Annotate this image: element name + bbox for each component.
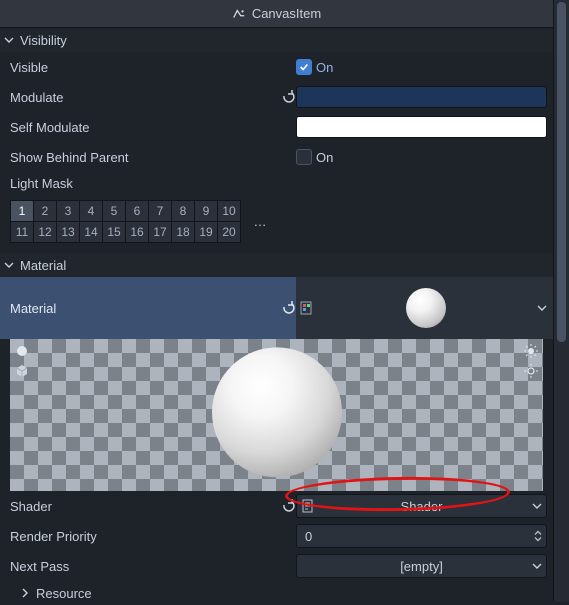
checkbox-label: On bbox=[316, 150, 333, 165]
resource-file-icon bbox=[300, 301, 314, 315]
subsection-resource[interactable]: Resource bbox=[0, 581, 553, 605]
property-label: Material bbox=[10, 301, 280, 316]
inspector-class-header: CanvasItem bbox=[0, 0, 553, 28]
property-self-modulate: Self Modulate bbox=[0, 112, 553, 142]
material-preview[interactable] bbox=[10, 339, 543, 491]
vertical-scrollbar[interactable] bbox=[553, 0, 569, 602]
preview-light2-icon[interactable] bbox=[523, 363, 539, 379]
light-mask-bit[interactable]: 17 bbox=[149, 222, 171, 242]
modulate-color[interactable] bbox=[296, 86, 547, 108]
canvasitem-icon bbox=[232, 7, 246, 21]
light-mask-bit[interactable]: 18 bbox=[172, 222, 194, 242]
light-mask-bit[interactable]: 2 bbox=[34, 201, 56, 221]
preview-sphere bbox=[212, 347, 342, 477]
light-mask-more-button[interactable]: … bbox=[249, 211, 271, 233]
shader-resource-picker[interactable]: Shader bbox=[296, 494, 547, 518]
next-pass-resource-picker[interactable]: [empty] bbox=[296, 554, 547, 578]
light-mask-bit[interactable]: 4 bbox=[80, 201, 102, 221]
light-mask-bit[interactable]: 12 bbox=[34, 222, 56, 242]
section-visibility-header[interactable]: Visibility bbox=[0, 28, 553, 52]
light-mask-bit[interactable]: 19 bbox=[195, 222, 217, 242]
section-title: Visibility bbox=[20, 33, 67, 48]
preview-box-mode-icon[interactable] bbox=[14, 363, 30, 379]
material-preview-thumb bbox=[406, 288, 446, 328]
chevron-right-icon bbox=[20, 588, 30, 598]
shader-value: Shader bbox=[401, 499, 443, 514]
light-mask-bit[interactable]: 20 bbox=[218, 222, 240, 242]
light-mask-bit[interactable]: 1 bbox=[11, 201, 33, 221]
property-material: Material bbox=[0, 277, 553, 339]
property-label: Self Modulate bbox=[10, 120, 280, 135]
revert-button[interactable] bbox=[280, 90, 296, 104]
chevron-down-icon bbox=[4, 260, 14, 270]
light-mask-bit[interactable]: 8 bbox=[172, 201, 194, 221]
section-title: Material bbox=[20, 258, 66, 273]
property-render-priority: Render Priority 0 bbox=[0, 521, 553, 551]
section-material-header[interactable]: Material bbox=[0, 253, 553, 277]
property-next-pass: Next Pass [empty] bbox=[0, 551, 553, 581]
subsection-title: Resource bbox=[36, 586, 92, 601]
property-show-behind-parent: Show Behind Parent On bbox=[0, 142, 553, 172]
light-mask-bit[interactable]: 6 bbox=[126, 201, 148, 221]
property-label: Show Behind Parent bbox=[10, 150, 280, 165]
revert-button[interactable] bbox=[280, 499, 296, 513]
render-priority-spinbox[interactable]: 0 bbox=[296, 524, 547, 548]
light-mask-bit[interactable]: 13 bbox=[57, 222, 79, 242]
light-mask-bit[interactable]: 15 bbox=[103, 222, 125, 242]
preview-light1-icon[interactable] bbox=[523, 343, 539, 359]
light-mask-bit[interactable]: 9 bbox=[195, 201, 217, 221]
visible-checkbox[interactable] bbox=[296, 59, 312, 75]
preview-sphere-mode-icon[interactable] bbox=[14, 343, 30, 359]
property-visible: Visible On bbox=[0, 52, 553, 82]
material-resource-picker[interactable] bbox=[296, 277, 553, 339]
light-mask-editor: 12345678910 11121314151617181920 … bbox=[10, 200, 543, 243]
checkbox-label: On bbox=[316, 60, 333, 75]
light-mask-bit[interactable]: 14 bbox=[80, 222, 102, 242]
property-label: Modulate bbox=[10, 90, 280, 105]
property-modulate: Modulate bbox=[0, 82, 553, 112]
property-shader: Shader Shader bbox=[0, 491, 553, 521]
property-label: Light Mask bbox=[10, 176, 280, 191]
self-modulate-color[interactable] bbox=[296, 116, 547, 138]
property-label: Visible bbox=[10, 60, 280, 75]
ellipsis-icon: … bbox=[254, 214, 267, 229]
property-label: Shader bbox=[10, 499, 280, 514]
property-light-mask-label-row: Light Mask bbox=[0, 172, 553, 194]
chevron-down-icon bbox=[532, 561, 542, 571]
class-title: CanvasItem bbox=[252, 6, 321, 21]
shader-file-icon bbox=[301, 499, 315, 513]
spinbox-arrows-icon bbox=[534, 531, 542, 542]
revert-button[interactable] bbox=[280, 301, 296, 315]
chevron-down-icon bbox=[532, 501, 542, 511]
light-mask-bit[interactable]: 5 bbox=[103, 201, 125, 221]
chevron-down-icon bbox=[4, 35, 14, 45]
render-priority-value: 0 bbox=[305, 529, 312, 544]
scrollbar-thumb[interactable] bbox=[557, 2, 566, 342]
property-label: Render Priority bbox=[10, 529, 280, 544]
light-mask-bit[interactable]: 7 bbox=[149, 201, 171, 221]
light-mask-bit[interactable]: 16 bbox=[126, 222, 148, 242]
light-mask-bit[interactable]: 3 bbox=[57, 201, 79, 221]
light-mask-bit[interactable]: 10 bbox=[218, 201, 240, 221]
show-behind-checkbox[interactable] bbox=[296, 149, 312, 165]
property-label: Next Pass bbox=[10, 559, 280, 574]
light-mask-bit[interactable]: 11 bbox=[11, 222, 33, 242]
chevron-down-icon bbox=[537, 303, 547, 313]
next-pass-value: [empty] bbox=[400, 559, 443, 574]
